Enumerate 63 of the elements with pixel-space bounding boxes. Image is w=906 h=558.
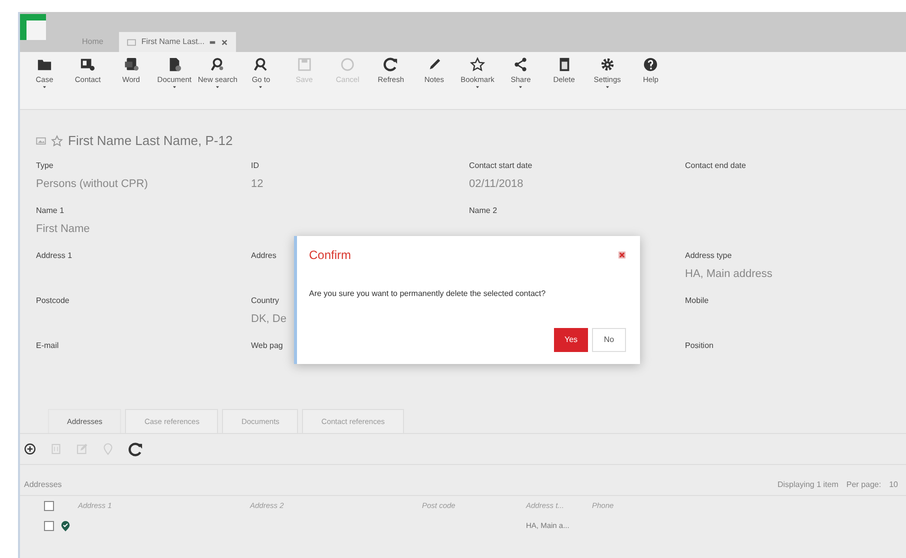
search-icon bbox=[210, 57, 226, 72]
edit-icon bbox=[76, 443, 88, 455]
field-label: ID bbox=[251, 160, 259, 172]
field-value: First Name bbox=[36, 222, 90, 237]
refresh-icon bbox=[128, 442, 143, 456]
field-label: Name 2 bbox=[469, 205, 498, 217]
star-icon bbox=[470, 57, 485, 72]
caret-icon bbox=[474, 84, 481, 90]
settings-icon bbox=[600, 57, 615, 72]
field-value: Persons (without CPR) bbox=[36, 177, 148, 192]
location-pin-icon bbox=[60, 520, 71, 532]
record-title: First Name Last Name, P-12 bbox=[68, 132, 233, 150]
app-tab[interactable]: First Name Last... bbox=[119, 32, 236, 52]
picture-icon bbox=[36, 136, 46, 146]
search-icon bbox=[253, 57, 268, 72]
document-icon bbox=[124, 57, 139, 72]
toolbar-button[interactable] bbox=[24, 443, 36, 455]
folder-icon bbox=[37, 57, 52, 72]
add-icon bbox=[24, 443, 36, 455]
share-icon bbox=[513, 57, 528, 72]
field-label: Postcode bbox=[36, 295, 70, 307]
field-label: Mobile bbox=[685, 295, 709, 307]
field-label: Country bbox=[251, 295, 280, 307]
field-value: DK, De bbox=[251, 312, 286, 327]
caret-icon bbox=[41, 84, 48, 90]
trash-icon bbox=[50, 443, 62, 455]
save-icon bbox=[296, 57, 312, 72]
caret-icon bbox=[214, 84, 222, 90]
toolbar-button[interactable] bbox=[128, 442, 143, 456]
star-icon bbox=[51, 135, 63, 147]
caret-icon bbox=[257, 84, 264, 90]
dialog-title: Confirm bbox=[309, 247, 352, 264]
field-label: Position bbox=[685, 340, 714, 352]
field-label: Contact start date bbox=[469, 160, 532, 172]
per-page-label: Per page: bbox=[846, 479, 882, 491]
caret-icon bbox=[517, 84, 524, 90]
field-label: Type bbox=[36, 160, 54, 172]
refresh-icon bbox=[383, 57, 398, 72]
field-label: Address 1 bbox=[36, 250, 72, 262]
field-value: 02/11/2018 bbox=[469, 177, 524, 192]
document-icon bbox=[127, 38, 136, 46]
field-value: HA, Main address bbox=[685, 267, 772, 282]
checkbox[interactable] bbox=[44, 501, 54, 511]
cancel-icon bbox=[340, 57, 356, 72]
field-label: Name 1 bbox=[36, 205, 64, 217]
field-value: 12 bbox=[251, 177, 264, 192]
help-icon bbox=[643, 57, 658, 72]
item-count: Displaying 1 item bbox=[777, 479, 838, 491]
close-icon bbox=[221, 38, 228, 46]
field-label: E-mail bbox=[36, 340, 59, 352]
dialog-message: Are you sure you want to permanently delete the selected contact? bbox=[309, 288, 547, 300]
section-title: Addresses bbox=[24, 479, 62, 491]
field-label: Address type bbox=[685, 250, 732, 262]
field-label: Web pag bbox=[251, 340, 283, 352]
no-button[interactable]: No bbox=[592, 328, 626, 352]
caret-icon bbox=[170, 84, 178, 90]
close-icon bbox=[618, 250, 626, 259]
field-label: Contact end date bbox=[685, 160, 746, 172]
contact-card-icon bbox=[80, 57, 96, 72]
checkbox[interactable] bbox=[44, 521, 54, 531]
yes-button[interactable]: Yes bbox=[554, 328, 588, 352]
caret-icon bbox=[604, 84, 611, 90]
field-label: Addres bbox=[251, 250, 276, 262]
